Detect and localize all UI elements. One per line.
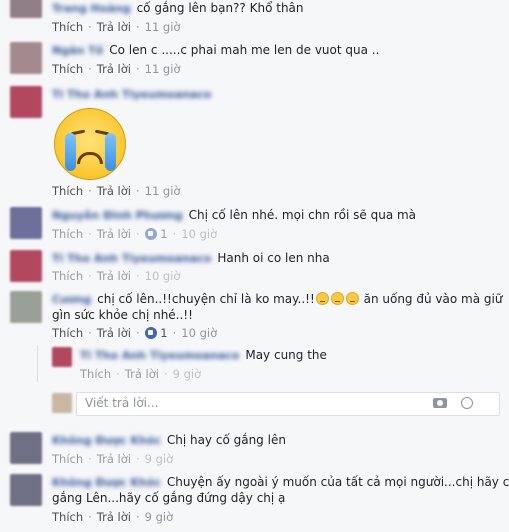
like-count-icon[interactable]	[144, 228, 157, 240]
reply-link[interactable]: Trả lời	[97, 227, 131, 241]
like-link[interactable]: Thích	[52, 510, 83, 524]
commenter-name[interactable]: Nguyễn Đinh Phương	[52, 208, 183, 224]
comment-text: Chị cố lên nhé. mọi chn rồi sẽ qua mà	[188, 208, 417, 222]
avatar[interactable]	[10, 86, 42, 118]
avatar[interactable]	[10, 432, 42, 464]
like-link[interactable]: Thích	[52, 326, 83, 340]
timestamp[interactable]: 10 giờ	[145, 269, 181, 283]
comment-text: cố gắng lên bạn?? Khổ thân	[136, 1, 304, 15]
comment-text-line2: gắng Lên...hãy cố gắng đứng dậy chị ạ	[52, 491, 286, 505]
reply-link[interactable]: Trả lời	[97, 269, 131, 283]
comment-text: Chị hay cố gắng lên	[166, 433, 286, 447]
reply-input[interactable]: Viết trả lời...	[76, 392, 500, 416]
comment-text-line2: gìn sức khỏe chị nhé..!!	[52, 308, 193, 322]
crying-face-sticker	[54, 108, 126, 180]
avatar[interactable]	[10, 474, 42, 506]
commenter-name[interactable]: Ti Tho Anh Tiyeumoanaco	[80, 348, 239, 364]
timestamp[interactable]: 11 giờ	[145, 184, 181, 198]
like-link[interactable]: Thích	[52, 269, 83, 283]
like-link[interactable]: Thích	[80, 367, 111, 381]
like-count-icon[interactable]	[144, 327, 157, 339]
current-user-avatar	[52, 393, 72, 413]
comment-text-cont: ăn uống đủ vào mà giữ	[363, 292, 503, 306]
comment-text: Chuyện ấy ngoài ý muốn của tất cả mọi ng…	[166, 475, 509, 489]
camera-icon[interactable]	[433, 398, 447, 408]
comment-text: May cung the	[245, 348, 327, 362]
like-link[interactable]: Thích	[52, 184, 83, 198]
comment-text: Co len c .....c phai mah me len de vuot …	[109, 43, 380, 57]
timestamp[interactable]: 10 giờ	[181, 227, 217, 241]
avatar[interactable]	[10, 42, 42, 74]
commenter-name[interactable]: Ti Tho Anh Tiyeumoanaco	[52, 87, 211, 103]
reply-link[interactable]: Trả lời	[97, 62, 131, 76]
avatar[interactable]	[10, 291, 42, 323]
like-count[interactable]: 1	[160, 326, 167, 340]
reply-link[interactable]: Trả lời	[97, 20, 131, 34]
like-link[interactable]: Thích	[52, 452, 83, 466]
reply-input-placeholder[interactable]: Viết trả lời...	[85, 396, 158, 410]
reply-link[interactable]: Trả lời	[97, 452, 131, 466]
timestamp[interactable]: 11 giờ	[145, 62, 181, 76]
commenter-name[interactable]: Cương	[52, 292, 91, 308]
timestamp[interactable]: 11 giờ	[145, 20, 181, 34]
like-count[interactable]: 1	[160, 227, 167, 241]
emoji-icon[interactable]	[461, 397, 473, 409]
reply-thread-line	[37, 345, 38, 382]
like-link[interactable]: Thích	[52, 62, 83, 76]
commenter-name[interactable]: Không Được Khóc	[52, 433, 161, 449]
commenter-name[interactable]: Trang Hoàng	[52, 1, 131, 17]
reply-link[interactable]: Trả lời	[97, 510, 131, 524]
timestamp[interactable]: 9 giờ	[145, 510, 174, 524]
timestamp[interactable]: 10 giờ	[181, 326, 217, 340]
like-link[interactable]: Thích	[52, 227, 83, 241]
avatar[interactable]	[52, 347, 72, 367]
reply-link[interactable]: Trả lời	[97, 184, 131, 198]
pensive-emoji-icon	[330, 292, 344, 305]
avatar[interactable]	[10, 250, 42, 282]
pensive-emoji-icon	[315, 292, 329, 305]
commenter-name[interactable]: Không Được Khóc	[52, 475, 161, 491]
comment-text: Hanh oi co len nha	[217, 251, 330, 265]
pensive-emoji-icon	[345, 292, 359, 305]
commenter-name[interactable]: Ngân Tố	[52, 43, 103, 59]
avatar[interactable]	[10, 0, 42, 18]
reply-link[interactable]: Trả lời	[97, 326, 131, 340]
like-link[interactable]: Thích	[52, 20, 83, 34]
timestamp[interactable]: 9 giờ	[173, 367, 202, 381]
avatar[interactable]	[10, 207, 42, 239]
timestamp[interactable]: 9 giờ	[145, 452, 174, 466]
commenter-name[interactable]: Ti Tho Anh Tiyeumoanaco	[52, 251, 211, 267]
reply-link[interactable]: Trả lời	[125, 367, 159, 381]
comment-text: chị cố lên..!!chuyện chỉ là ko may..!!	[97, 292, 315, 306]
